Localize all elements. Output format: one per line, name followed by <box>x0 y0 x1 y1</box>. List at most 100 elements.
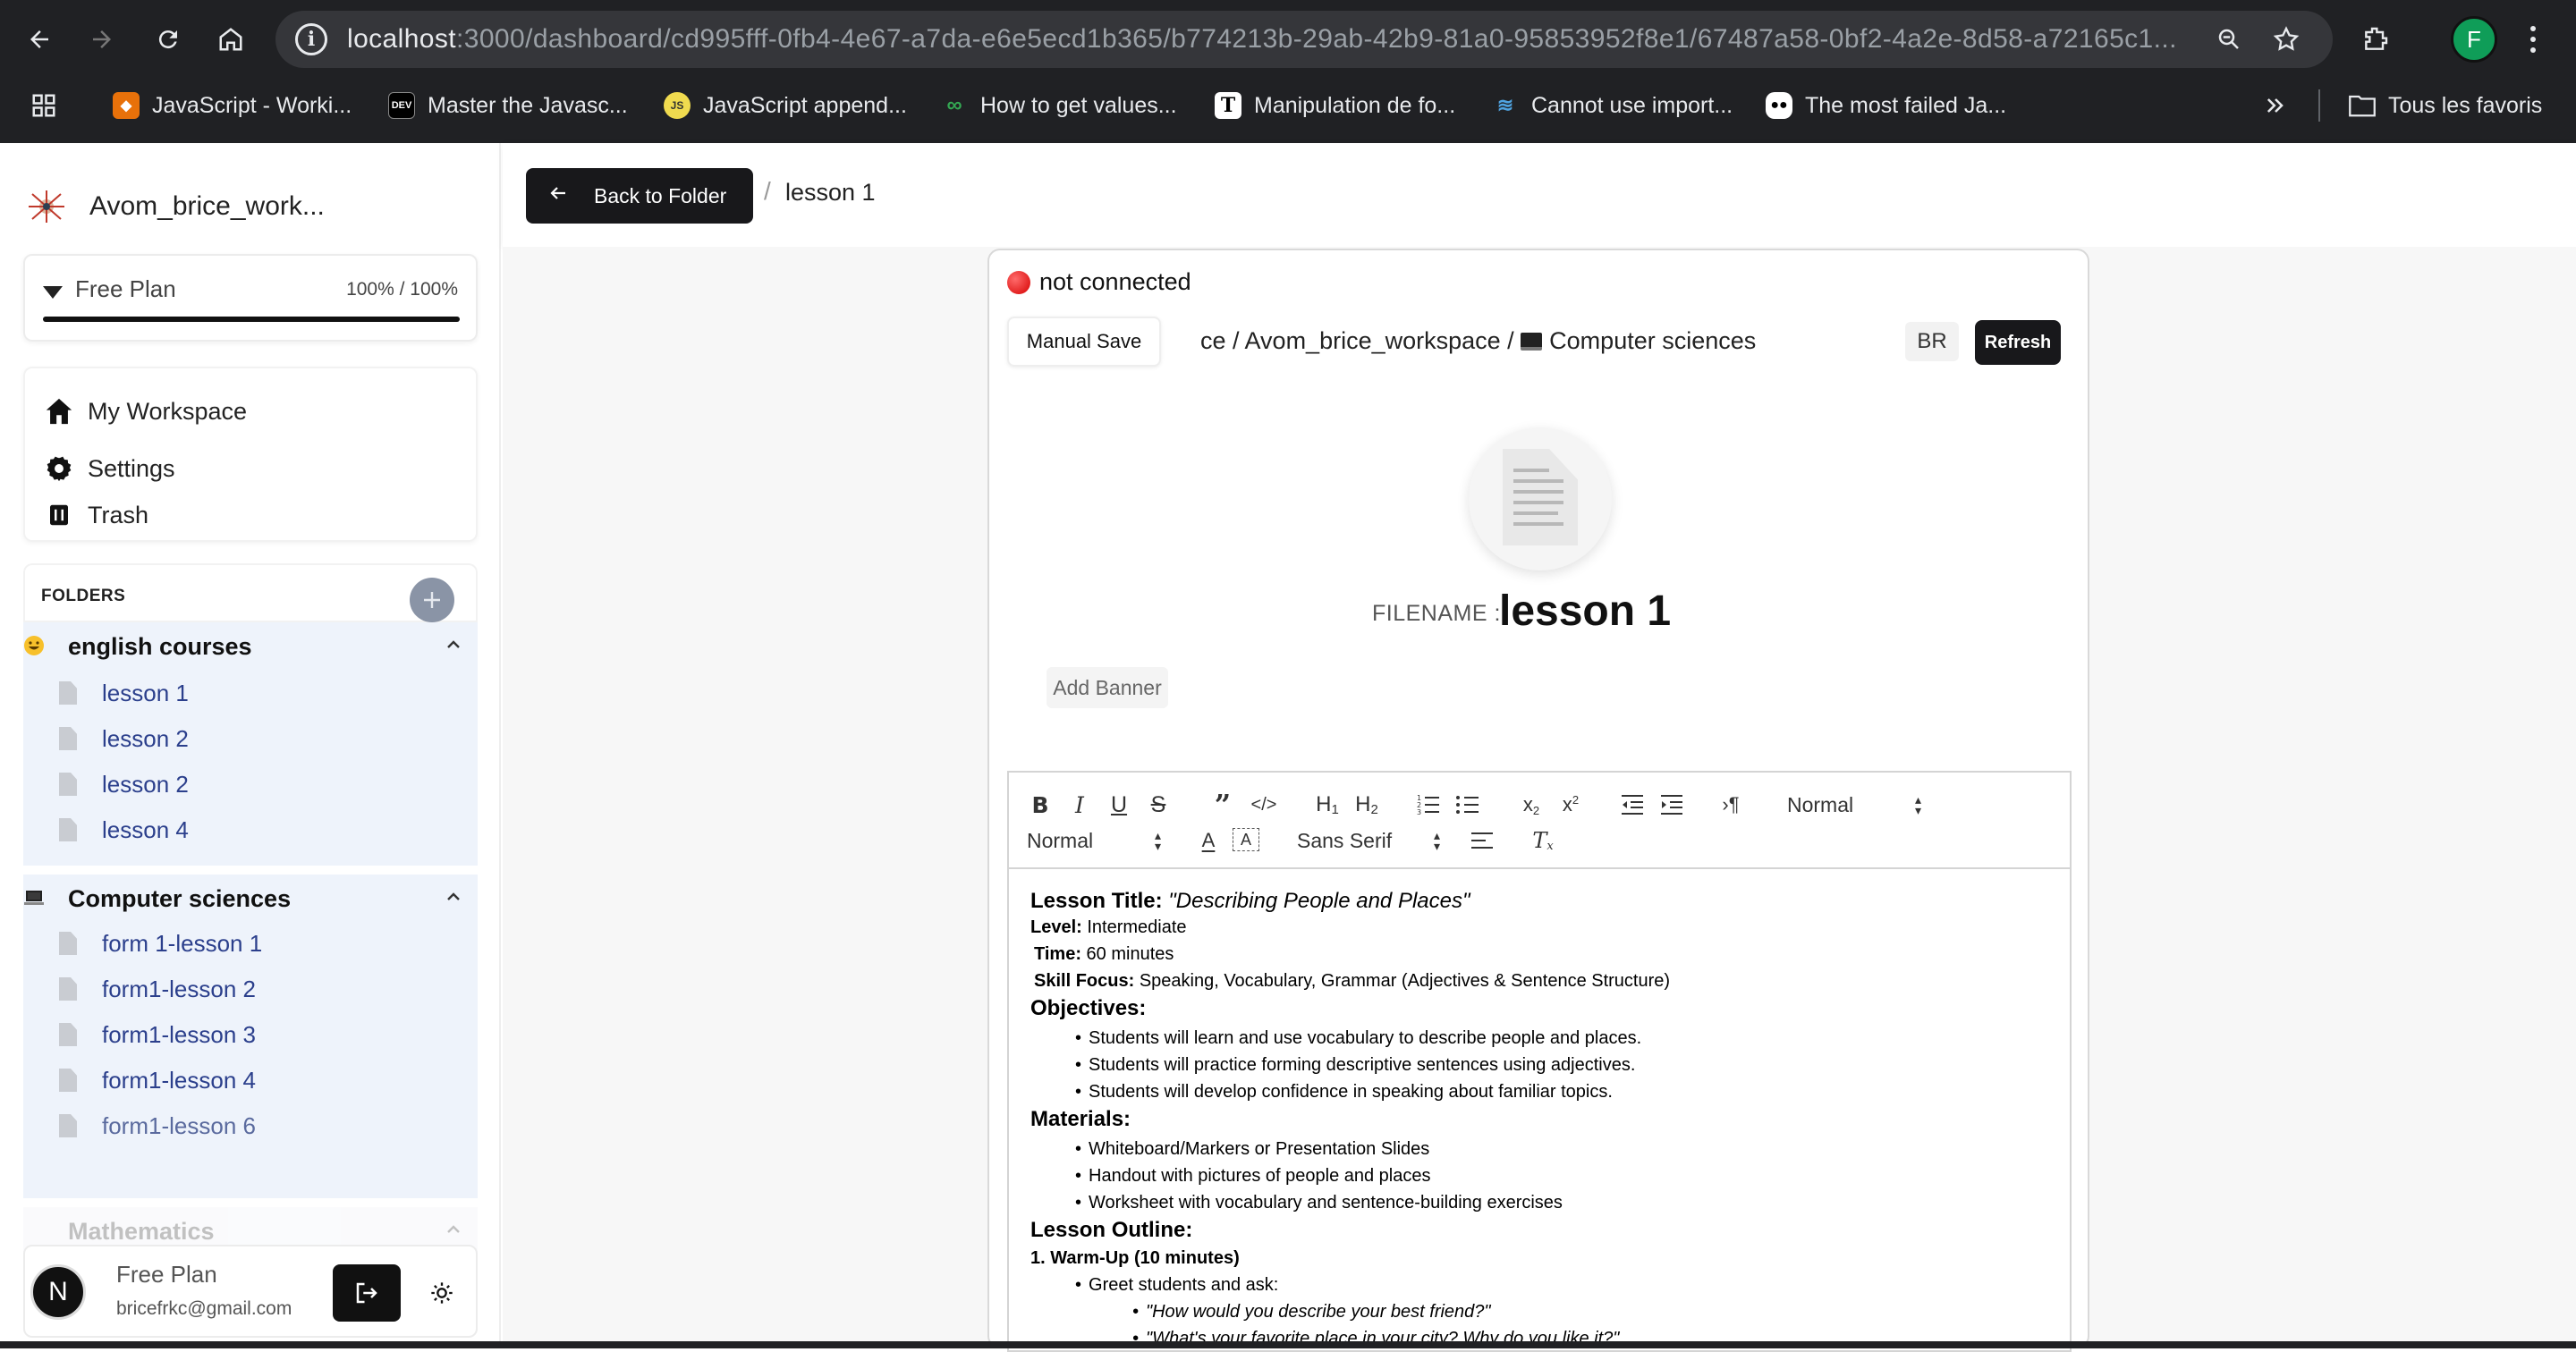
all-bookmarks-label: Tous les favoris <box>2388 92 2543 118</box>
bookmark-item[interactable]: ≋ Cannot use import... <box>1492 86 1733 125</box>
file-item[interactable]: lesson 4 <box>23 809 478 854</box>
filename-label: FILENAME : <box>1372 601 1501 626</box>
file-item[interactable]: lesson 2 <box>23 764 478 808</box>
bookmark-item[interactable]: DEV Master the Javasc... <box>388 86 628 125</box>
status-text: not connected <box>1039 268 1191 295</box>
home-icon[interactable] <box>211 20 250 59</box>
file-item[interactable]: lesson 1 <box>23 672 478 717</box>
bold-icon[interactable]: B <box>1027 789 1054 821</box>
file-item[interactable]: lesson 2 <box>23 718 478 763</box>
file-name: form1-lesson 3 <box>102 1021 256 1048</box>
file-name: form1-lesson 6 <box>102 1112 256 1139</box>
bookmark-item[interactable]: ◆ JavaScript - Worki... <box>113 86 352 125</box>
back-label: Back to Folder <box>594 183 727 207</box>
strikethrough-icon[interactable]: S <box>1145 789 1172 821</box>
objective-item: Students will learn and use vocabulary t… <box>1075 1028 1641 1049</box>
apps-grid-icon[interactable] <box>30 86 57 125</box>
bookmark-item[interactable]: JS JavaScript append... <box>664 86 907 125</box>
bookmark-star-icon[interactable] <box>2267 20 2306 59</box>
back-to-folder-button[interactable]: Back to Folder <box>526 168 753 224</box>
all-bookmarks[interactable]: Tous les favoris <box>2349 86 2542 125</box>
file-item[interactable]: form1-lesson 3 <box>23 1014 478 1059</box>
forward-arrow-icon[interactable] <box>82 20 122 59</box>
bullet-list-icon[interactable] <box>1453 789 1483 821</box>
site-info-icon[interactable]: i <box>295 23 327 55</box>
text-color-icon[interactable]: A <box>1195 824 1222 857</box>
theme-toggle-button[interactable] <box>415 1264 469 1322</box>
folder-name: english courses <box>68 633 252 660</box>
clear-format-icon[interactable]: Tx <box>1528 824 1558 857</box>
home-icon <box>43 395 75 427</box>
text-direction-icon[interactable]: ›¶ <box>1716 789 1746 821</box>
refresh-button[interactable]: Refresh <box>1975 320 2061 365</box>
time-line: Time: 60 minutes <box>1034 944 1174 964</box>
zoom-icon[interactable] <box>2209 20 2249 59</box>
workspace-header[interactable]: Avom_brice_work... <box>27 184 325 229</box>
subscript-icon[interactable]: x2 <box>1515 789 1547 821</box>
file-icon <box>59 1069 77 1092</box>
indent-icon[interactable] <box>1657 789 1687 821</box>
browser-menu-icon[interactable] <box>2522 18 2544 61</box>
heading1-icon[interactable]: H1 <box>1309 789 1345 821</box>
file-item[interactable]: form1-lesson 2 <box>23 968 478 1013</box>
arrow-left-icon <box>547 182 569 210</box>
background-color-icon[interactable]: A <box>1233 828 1259 851</box>
bookmark-label: Manipulation de fo... <box>1254 92 1456 118</box>
blockquote-icon[interactable]: ” <box>1209 788 1236 822</box>
plan-usage: 100% / 100% <box>346 279 458 300</box>
rich-text-editor: B I U S ” </> H1 H2 123 x2 x2 ›¶ Normal … <box>1007 771 2072 1352</box>
extensions-icon[interactable] <box>2356 20 2395 59</box>
manual-save-button[interactable]: Manual Save <box>1007 317 1161 367</box>
folder-icon <box>2349 92 2376 119</box>
bookmark-item[interactable]: T Manipulation de fo... <box>1215 86 1455 125</box>
bookmark-item[interactable]: ●● The most failed Ja... <box>1766 86 2006 125</box>
document-panel: not connected ce / Avom_brice_workspace … <box>987 249 2089 1352</box>
back-arrow-icon[interactable] <box>20 20 59 59</box>
document-icon[interactable] <box>1469 427 1612 570</box>
file-item[interactable]: form1-lesson 4 <box>23 1060 478 1104</box>
outdent-icon[interactable] <box>1617 789 1648 821</box>
superscript-icon[interactable]: x2 <box>1555 789 1587 821</box>
reload-icon[interactable] <box>148 20 188 59</box>
logout-button[interactable] <box>333 1264 401 1322</box>
underline-icon[interactable]: U <box>1106 789 1132 821</box>
size-select[interactable]: Normal ▴ ▾ <box>1027 824 1161 857</box>
file-name: lesson 2 <box>102 771 189 798</box>
add-folder-button[interactable] <box>410 578 454 622</box>
sun-icon <box>431 1282 453 1304</box>
bookmark-item[interactable]: ∞ How to get values... <box>941 86 1176 125</box>
chevron-up-icon[interactable] <box>445 889 462 905</box>
profile-avatar[interactable]: F <box>2451 16 2497 63</box>
more-bookmarks-icon[interactable] <box>2263 86 2288 125</box>
url-bar[interactable]: i localhost:3000/dashboard/cd995fff-0fb4… <box>275 11 2333 68</box>
chevron-up-icon[interactable] <box>445 637 462 653</box>
file-name: form 1-lesson 1 <box>102 930 263 957</box>
align-icon[interactable] <box>1467 824 1497 857</box>
file-icon <box>59 977 77 1001</box>
ordered-list-icon[interactable]: 123 <box>1413 789 1444 821</box>
infinity-icon: ∞ <box>946 93 962 117</box>
warmup-item: Greet students and ask: <box>1075 1275 1278 1296</box>
header-select[interactable]: Normal ▴ ▾ <box>1787 789 1921 821</box>
nav-settings[interactable]: Settings <box>43 449 175 488</box>
folder-row[interactable]: Computer sciences <box>23 875 478 923</box>
chevron-up-icon[interactable] <box>445 1221 462 1238</box>
code-block-icon[interactable]: </> <box>1249 789 1279 821</box>
objectives-heading: Objectives: <box>1030 996 1147 1020</box>
plan-card[interactable]: Free Plan 100% / 100% <box>23 254 478 342</box>
nav-label: My Workspace <box>88 397 248 425</box>
italic-icon[interactable]: I <box>1066 789 1093 821</box>
add-banner-button[interactable]: Add Banner <box>1046 667 1168 708</box>
file-item[interactable]: form1-lesson 6 <box>23 1105 478 1150</box>
laptop-emoji-icon <box>23 887 47 910</box>
nav-trash[interactable]: Trash <box>43 495 148 535</box>
nav-my-workspace[interactable]: My Workspace <box>43 392 247 431</box>
user-avatar[interactable]: N <box>30 1264 86 1320</box>
file-item[interactable]: form 1-lesson 1 <box>23 923 478 968</box>
red-dot-icon <box>1007 270 1030 294</box>
heading2-icon[interactable]: H2 <box>1349 789 1385 821</box>
font-select[interactable]: Sans Serif ▴ ▾ <box>1297 824 1440 857</box>
file-name: form1-lesson 4 <box>102 1067 256 1094</box>
outline-heading: Lesson Outline: <box>1030 1218 1193 1242</box>
folder-row[interactable]: english courses <box>23 622 478 671</box>
